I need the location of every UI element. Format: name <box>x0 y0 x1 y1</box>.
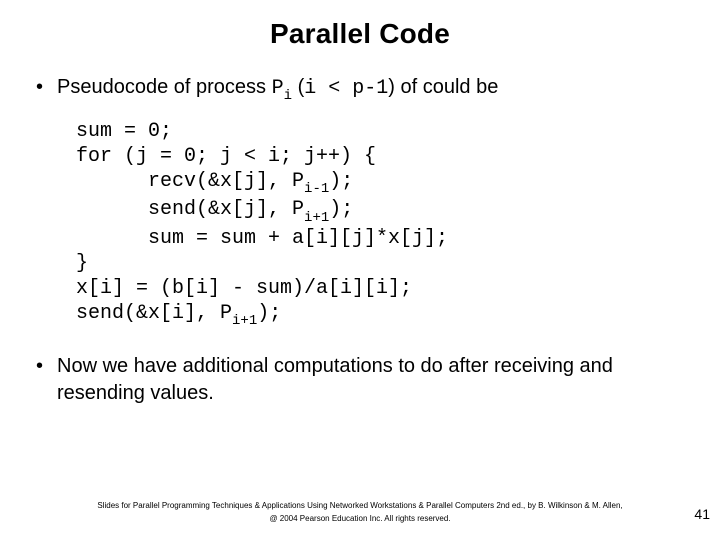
code-l5: sum = sum + a[i][j]*x[j]; <box>76 227 448 250</box>
slide-title: Parallel Code <box>36 18 684 50</box>
bullet-dot: • <box>36 74 43 101</box>
slide: Parallel Code • Pseudocode of process Pi… <box>0 0 720 540</box>
footer-line1: Slides for Parallel Programming Techniqu… <box>30 500 690 513</box>
intro-cond: i < p-1 <box>304 77 388 100</box>
code-l3a: recv(&x[j], P <box>76 170 304 193</box>
code-l4b: i+1 <box>304 210 329 226</box>
intro-i: i <box>284 88 292 104</box>
code-l8c: ); <box>257 302 281 325</box>
code-l6: } <box>76 252 88 275</box>
intro-bullet: • Pseudocode of process Pi (i < p-1) of … <box>36 74 684 105</box>
bullet-dot: • <box>36 353 43 380</box>
bullet2-text: Now we have additional computations to d… <box>57 353 684 407</box>
intro-p: P <box>272 77 284 100</box>
intro-pre: Pseudocode of process <box>57 76 272 98</box>
code-l3b: i-1 <box>304 181 329 197</box>
code-l8a: send(&x[i], P <box>76 302 232 325</box>
code-l3c: ); <box>329 170 353 193</box>
footer-line2: @ 2004 Pearson Education Inc. All rights… <box>30 513 690 526</box>
code-l4c: ); <box>329 198 353 221</box>
code-l8b: i+1 <box>232 313 257 329</box>
intro-post: ) of could be <box>388 76 498 98</box>
page-number: 41 <box>694 506 710 522</box>
intro-text: Pseudocode of process Pi (i < p-1) of co… <box>57 74 498 105</box>
code-block: sum = 0; for (j = 0; j < i; j++) { recv(… <box>76 119 684 330</box>
code-l1: sum = 0; <box>76 120 172 143</box>
code-l4a: send(&x[j], P <box>76 198 304 221</box>
footer: Slides for Parallel Programming Techniqu… <box>0 500 720 526</box>
intro-mid: ( <box>292 76 304 98</box>
code-l7: x[i] = (b[i] - sum)/a[i][i]; <box>76 277 412 300</box>
bullet2: • Now we have additional computations to… <box>36 353 684 407</box>
code-l2: for (j = 0; j < i; j++) { <box>76 145 376 168</box>
